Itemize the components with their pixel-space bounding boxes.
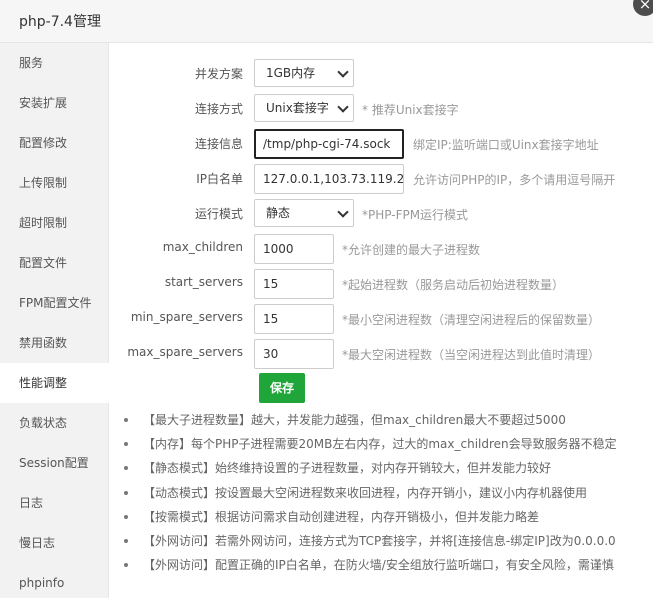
sidebar-item-config-file[interactable]: 配置文件 xyxy=(0,243,108,283)
tip-text: 【外网访问】若需外网访问，连接方式为TCP套接字，并将[连接信息-绑定IP]改为… xyxy=(143,533,616,548)
sidebar-item-disabled-functions[interactable]: 禁用函数 xyxy=(0,323,108,363)
tip-text: 【最大子进程数量】越大，并发能力越强，但max_children最大不要超过50… xyxy=(143,413,566,427)
min-spare-servers-label: min_spare_servers xyxy=(130,310,243,324)
sidebar-item-upload-limit[interactable]: 上传限制 xyxy=(0,163,108,203)
run-mode-hint: *PHP-FPM运行模式 xyxy=(362,208,469,222)
bullet-icon xyxy=(124,418,128,422)
tip-item: 【动态模式】按设置最大空闲进程数来收回进程，内存开销小，建议小内存机器使用 xyxy=(109,481,653,505)
ip-whitelist-input[interactable]: 127.0.0.1,103.73.119.218 xyxy=(254,164,404,194)
connection-hint: * 推荐Unix套接字 xyxy=(362,103,459,117)
start-servers-hint: *起始进程数（服务启动后初始进程数量） xyxy=(342,278,565,292)
sidebar-item-performance[interactable]: 性能调整 xyxy=(0,363,109,403)
sidebar-item-phpinfo[interactable]: phpinfo xyxy=(0,563,108,603)
tip-item: 【外网访问】若需外网访问，连接方式为TCP套接字，并将[连接信息-绑定IP]改为… xyxy=(109,529,653,553)
form-row-start-servers: start_servers 15 *起始进程数（服务启动后初始进程数量） xyxy=(109,267,653,299)
min-spare-servers-input[interactable]: 15 xyxy=(254,304,334,334)
performance-panel: 并发方案 1GB内存 连接方式 Unix套接字 * 推荐Unix套接字 连接信息… xyxy=(109,43,653,598)
form-row-max-children: max_children 1000 *允许创建的最大子进程数 xyxy=(109,232,653,264)
sidebar-item-log[interactable]: 日志 xyxy=(0,483,108,523)
connection-value: Unix套接字 xyxy=(266,101,329,115)
bullet-icon xyxy=(124,466,128,471)
conn-info-input[interactable]: /tmp/php-cgi-74.sock xyxy=(254,129,404,159)
form-row-min-spare-servers: min_spare_servers 15 *最小空闲进程数（清理空闲进程后的保留… xyxy=(109,302,653,334)
ip-whitelist-label: IP白名单 xyxy=(196,172,243,186)
form-row-max-spare-servers: max_spare_servers 30 *最大空闲进程数（当空闲进程达到此值时… xyxy=(109,337,653,369)
sidebar: 服务 安装扩展 配置修改 上传限制 超时限制 配置文件 FPM配置文件 禁用函数… xyxy=(0,43,109,598)
form-row-concurrency: 并发方案 1GB内存 xyxy=(109,57,653,89)
max-spare-servers-hint: *最大空闲进程数（当空闲进程达到此值时清理） xyxy=(342,348,601,362)
sidebar-item-install-extension[interactable]: 安装扩展 xyxy=(0,83,108,123)
tip-item: 【静态模式】始终维持设置的子进程数量，对内存开销较大，但并发能力较好 xyxy=(109,456,653,480)
run-mode-label: 运行模式 xyxy=(194,207,243,221)
max-children-hint: *允许创建的最大子进程数 xyxy=(342,243,481,257)
tips-list: 【最大子进程数量】越大，并发能力越强，但max_children最大不要超过50… xyxy=(109,408,653,577)
sidebar-item-session-config[interactable]: Session配置 xyxy=(0,443,108,483)
bullet-icon xyxy=(124,442,128,447)
max-spare-servers-label: max_spare_servers xyxy=(127,345,243,359)
form-row-ip-whitelist: IP白名单 127.0.0.1,103.73.119.218 允许访问PHP的I… xyxy=(109,162,653,194)
tip-text: 【外网访问】配置正确的IP白名单，在防火墙/安全组放行监听端口，有安全风险，需谨… xyxy=(143,558,614,573)
window-title: php-7.4管理 xyxy=(19,14,101,30)
chevron-down-icon xyxy=(337,101,349,113)
conn-info-label: 连接信息 xyxy=(194,137,243,151)
ip-whitelist-hint: 允许访问PHP的IP，多个请用逗号隔开 xyxy=(413,173,616,187)
sidebar-item-timeout-limit[interactable]: 超时限制 xyxy=(0,203,108,243)
tip-item: 【按需模式】根据访问需求自动创建进程，内存开销极小，但并发能力略差 xyxy=(109,505,653,529)
bullet-icon xyxy=(124,490,128,495)
form-row-run-mode: 运行模式 静态 *PHP-FPM运行模式 xyxy=(109,197,653,229)
sidebar-item-load-status[interactable]: 负载状态 xyxy=(0,403,108,443)
max-children-label: max_children xyxy=(162,240,243,254)
max-spare-servers-input[interactable]: 30 xyxy=(254,339,334,369)
tip-item: 【最大子进程数量】越大，并发能力越强，但max_children最大不要超过50… xyxy=(109,408,653,432)
tip-item: 【外网访问】配置正确的IP白名单，在防火墙/安全组放行监听端口，有安全风险，需谨… xyxy=(109,553,653,577)
run-mode-value: 静态 xyxy=(266,206,291,220)
chevron-down-icon xyxy=(337,206,349,218)
min-spare-servers-hint: *最小空闲进程数（清理空闲进程后的保留数量） xyxy=(342,313,601,327)
connection-select[interactable]: Unix套接字 xyxy=(254,94,354,122)
max-children-input[interactable]: 1000 xyxy=(254,234,334,264)
chevron-down-icon xyxy=(337,66,349,78)
save-button[interactable]: 保存 xyxy=(259,373,305,403)
run-mode-select[interactable]: 静态 xyxy=(254,199,354,227)
tip-text: 【静态模式】始终维持设置的子进程数量，对内存开销较大，但并发能力较好 xyxy=(143,461,552,476)
window-titlebar: php-7.4管理 xyxy=(0,0,653,43)
conn-info-hint: 绑定IP:监听端口或Uinx套接字地址 xyxy=(413,138,599,152)
start-servers-label: start_servers xyxy=(164,275,243,289)
form-row-connection: 连接方式 Unix套接字 * 推荐Unix套接字 xyxy=(109,92,653,124)
tip-item: 【内存】每个PHP子进程需要20MB左右内存，过大的max_children会导… xyxy=(109,432,653,456)
sidebar-item-slow-log[interactable]: 慢日志 xyxy=(0,523,108,563)
concurrency-value: 1GB内存 xyxy=(266,66,316,80)
form-row-conn-info: 连接信息 /tmp/php-cgi-74.sock 绑定IP:监听端口或Uinx… xyxy=(109,127,653,159)
tip-text: 【内存】每个PHP子进程需要20MB左右内存，过大的max_children会导… xyxy=(143,437,617,452)
connection-label: 连接方式 xyxy=(194,102,243,116)
start-servers-input[interactable]: 15 xyxy=(254,269,334,299)
sidebar-item-config-edit[interactable]: 配置修改 xyxy=(0,123,108,163)
tip-text: 【按需模式】根据访问需求自动创建进程，内存开销极小，但并发能力略差 xyxy=(143,509,540,524)
concurrency-label: 并发方案 xyxy=(194,67,243,81)
sidebar-item-fpm-config-file[interactable]: FPM配置文件 xyxy=(0,283,108,323)
sidebar-item-service[interactable]: 服务 xyxy=(0,43,108,83)
bullet-icon xyxy=(124,563,128,568)
tip-text: 【动态模式】按设置最大空闲进程数来收回进程，内存开销小，建议小内存机器使用 xyxy=(143,485,588,500)
bullet-icon xyxy=(124,514,128,519)
bullet-icon xyxy=(124,538,128,543)
concurrency-select[interactable]: 1GB内存 xyxy=(254,59,354,87)
